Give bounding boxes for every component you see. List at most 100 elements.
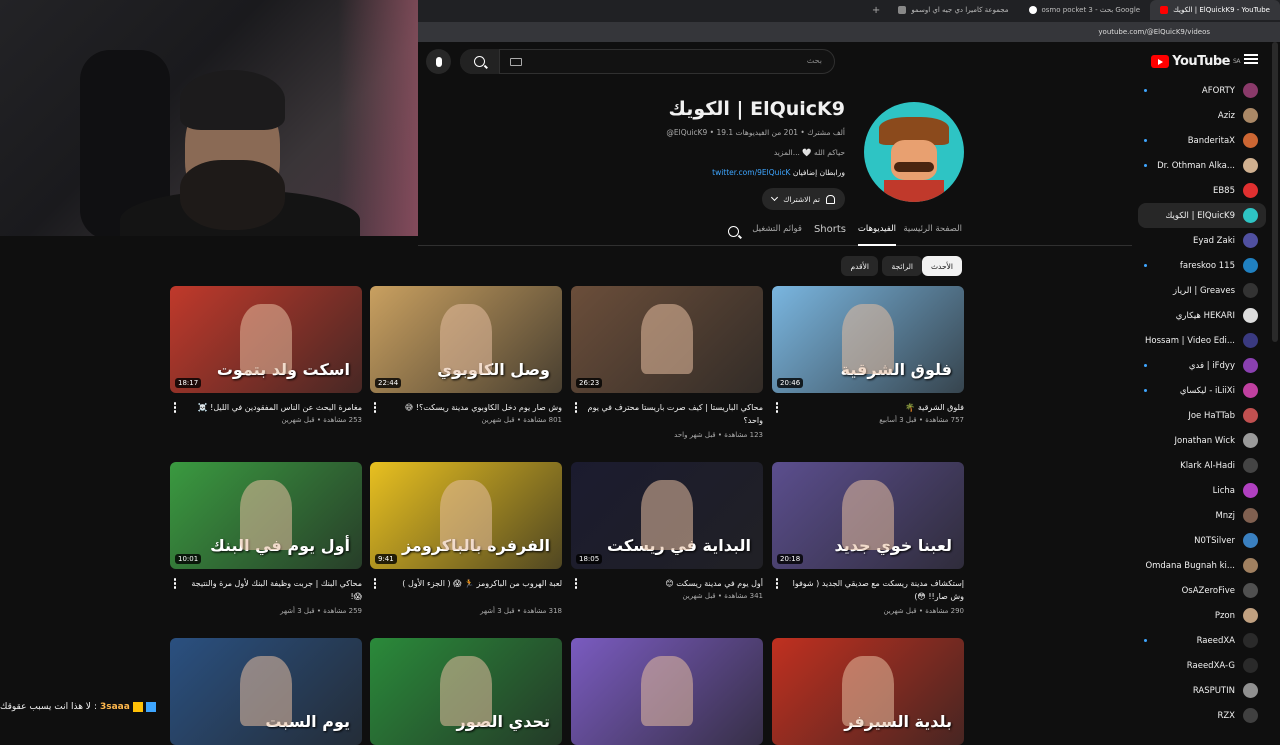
video-card[interactable]: لعبنا خوي جديد20:18 إستكشاف مدينة ريسكت م…: [772, 462, 964, 615]
video-card[interactable]: الفرفره بالباكرومز9:41 لعبة الهروب من الب…: [370, 462, 562, 615]
channel-description[interactable]: حياكم الله 🤍 ...المزيد: [774, 148, 845, 157]
more-options-icon[interactable]: [370, 402, 380, 414]
browser-tab-active[interactable]: الكويك | ElQuickK9 - YouTube: [1150, 0, 1280, 20]
video-card[interactable]: تحدي الصور: [370, 638, 562, 745]
sidebar-item-subscription[interactable]: RASPUTIN: [1132, 678, 1280, 703]
video-title[interactable]: محاكي البنك | جربت وظيفة البنك لأول مرة …: [182, 577, 362, 603]
sidebar-item-subscription[interactable]: Eyad Zaki: [1132, 228, 1280, 253]
video-card[interactable]: البداية في ريسكت18:05 أول يوم في مدينة ري…: [571, 462, 763, 600]
video-thumbnail[interactable]: الفرفره بالباكرومز9:41: [370, 462, 562, 569]
sidebar-item-subscription[interactable]: BanderitaX: [1132, 128, 1280, 153]
video-duration: 18:17: [175, 378, 202, 388]
channel-links: twitter.com/9ElQuicK ورابطان إضافيان: [712, 168, 845, 177]
channel-search-button[interactable]: [728, 226, 739, 237]
voice-search-button[interactable]: [426, 49, 451, 74]
sidebar-item-label: RaeedXA-G: [1186, 660, 1235, 671]
video-card[interactable]: يوم السبت: [170, 638, 362, 745]
video-thumbnail[interactable]: 26:23: [571, 286, 763, 393]
sidebar-item-subscription[interactable]: الرياز | Greaves: [1132, 278, 1280, 303]
sidebar-item-subscription[interactable]: Dr. Othman Alka...: [1132, 153, 1280, 178]
video-card[interactable]: 26:23 محاكي الباريستا | كيف صرت باريستا م…: [571, 286, 763, 439]
sidebar-item-subscription[interactable]: Hossam | Video Edi...: [1132, 328, 1280, 353]
address-bar[interactable]: youtube.com/@ElQuicK9/videos: [418, 22, 1280, 42]
video-card[interactable]: اسكت ولد بتموت18:17 مغامرة البحث عن الناس…: [170, 286, 362, 424]
video-card[interactable]: بلدية السيرفر: [772, 638, 964, 745]
tab-home[interactable]: الصفحة الرئيسية: [903, 224, 962, 246]
sidebar-item-subscription[interactable]: AFORTY: [1132, 78, 1280, 103]
new-tab-button[interactable]: +: [864, 5, 888, 16]
sidebar-item-subscription[interactable]: RZX: [1132, 703, 1280, 728]
video-thumbnail[interactable]: اسكت ولد بتموت18:17: [170, 286, 362, 393]
sidebar-item-subscription[interactable]: fareskoo 115: [1132, 253, 1280, 278]
more-options-icon[interactable]: [772, 402, 782, 414]
video-thumbnail[interactable]: بلدية السيرفر: [772, 638, 964, 745]
video-title[interactable]: أول يوم في مدينة ريسكت 😊: [583, 577, 763, 590]
video-card[interactable]: وصل الكاوبوي 22:44 وش صار يوم دخل الكاوبوي…: [370, 286, 562, 424]
sidebar-item-subscription[interactable]: Omdana Bugnah ki...: [1132, 553, 1280, 578]
channel-link[interactable]: twitter.com/9ElQuicK: [712, 168, 790, 177]
youtube-logo[interactable]: YouTube SA: [1151, 54, 1241, 69]
video-card[interactable]: فلوق الشرقية 20:46 فلوق الشرقية 🌴 757 مشاهد…: [772, 286, 964, 424]
more-options-icon[interactable]: [170, 578, 180, 590]
subscribe-button[interactable]: تم الاشتراك: [762, 188, 845, 210]
tab-playlists[interactable]: قوائم التشغيل: [752, 224, 802, 246]
video-card[interactable]: [571, 638, 763, 745]
video-thumbnail[interactable]: وصل الكاوبوي 22:44: [370, 286, 562, 393]
keyboard-icon[interactable]: [510, 58, 522, 66]
video-meta: 290 مشاهدة • قبل شهرين: [883, 607, 964, 615]
video-thumbnail[interactable]: البداية في ريسكت18:05: [571, 462, 763, 569]
video-thumbnail[interactable]: فلوق الشرقية 20:46: [772, 286, 964, 393]
sidebar-item-subscription[interactable]: فدي | iFdyy: [1132, 353, 1280, 378]
sidebar-item-subscription[interactable]: N0TSilver: [1132, 528, 1280, 553]
video-thumbnail[interactable]: أول يوم في البنك10:01: [170, 462, 362, 569]
sidebar-item-subscription[interactable]: Joe HaTTab: [1132, 403, 1280, 428]
menu-icon[interactable]: [1244, 54, 1258, 64]
sidebar-item-subscription[interactable]: هيكاري HEKARI: [1132, 303, 1280, 328]
sidebar-item-subscription[interactable]: OsAZeroFive: [1132, 578, 1280, 603]
sidebar-item-subscription[interactable]: Pzon: [1132, 603, 1280, 628]
scrollbar[interactable]: [1272, 42, 1278, 342]
sidebar-item-subscription[interactable]: ليكساي - iLiiXi: [1132, 378, 1280, 403]
video-title[interactable]: وش صار يوم دخل الكاوبوي مدينة ريسكت؟! 😅: [382, 401, 562, 414]
more-options-icon[interactable]: [571, 402, 581, 414]
video-thumbnail[interactable]: [571, 638, 763, 745]
video-title[interactable]: محاكي الباريستا | كيف صرت باريستا محترف …: [583, 401, 763, 427]
video-thumbnail[interactable]: تحدي الصور: [370, 638, 562, 745]
more-options-icon[interactable]: [170, 402, 180, 414]
browser-tab[interactable]: osmo pocket 3 - بحث Google: [1019, 0, 1151, 20]
channel-avatar-icon: [1243, 483, 1258, 498]
sidebar-item-subscription[interactable]: EB85: [1132, 178, 1280, 203]
sidebar-item-label: Eyad Zaki: [1192, 235, 1235, 246]
tab-shorts[interactable]: Shorts: [814, 224, 846, 246]
more-options-icon[interactable]: [370, 578, 380, 590]
video-title[interactable]: إستكشاف مدينة ريسكت مع صديقي الجديد ( شو…: [784, 577, 964, 603]
sidebar-item-subscription[interactable]: RaeedXA-G: [1132, 653, 1280, 678]
video-title[interactable]: لعبة الهروب من الباكرومز 🏃 😱 ( الجزء الأ…: [382, 577, 562, 590]
sidebar: YouTube SA AFORTY Aziz BanderitaX Dr. Othman…: [1132, 42, 1280, 723]
more-options-icon[interactable]: [772, 578, 782, 590]
filter-popular[interactable]: الرائجة: [882, 256, 922, 276]
tab-videos[interactable]: الفيديوهات: [857, 224, 896, 246]
person-figure: [641, 656, 693, 726]
channel-avatar-icon: [1243, 683, 1258, 698]
sidebar-item-subscription[interactable]: Licha: [1132, 478, 1280, 503]
video-card[interactable]: أول يوم في البنك10:01 محاكي البنك | جربت …: [170, 462, 362, 615]
filter-oldest[interactable]: الأقدم: [841, 256, 878, 276]
video-thumbnail[interactable]: يوم السبت: [170, 638, 362, 745]
sidebar-item-subscription[interactable]: Aziz: [1132, 103, 1280, 128]
more-options-icon[interactable]: [571, 578, 581, 590]
search-button[interactable]: [460, 49, 500, 74]
video-thumbnail[interactable]: لعبنا خوي جديد20:18: [772, 462, 964, 569]
sidebar-item-subscription[interactable]: RaeedXA: [1132, 628, 1280, 653]
masthead: بحث: [418, 42, 1132, 84]
video-title[interactable]: مغامرة البحث عن الناس المفقودين في الليل…: [182, 401, 362, 414]
browser-tab[interactable]: مجموعة كاميرا دي جيه اي اوسمو: [888, 0, 1018, 20]
sidebar-item-subscription[interactable]: Jonathan Wick: [1132, 428, 1280, 453]
filter-latest[interactable]: الأحدث: [922, 256, 962, 276]
sidebar-item-subscription[interactable]: Klark Al-Hadi: [1132, 453, 1280, 478]
video-meta: 341 مشاهدة • قبل شهرين: [682, 592, 763, 600]
more-links[interactable]: ورابطان إضافيان: [793, 168, 845, 177]
sidebar-item-subscription[interactable]: Mnzj: [1132, 503, 1280, 528]
video-title[interactable]: فلوق الشرقية 🌴: [784, 401, 964, 414]
sidebar-item-subscription[interactable]: الكويك | ElQuicK9: [1138, 203, 1266, 228]
